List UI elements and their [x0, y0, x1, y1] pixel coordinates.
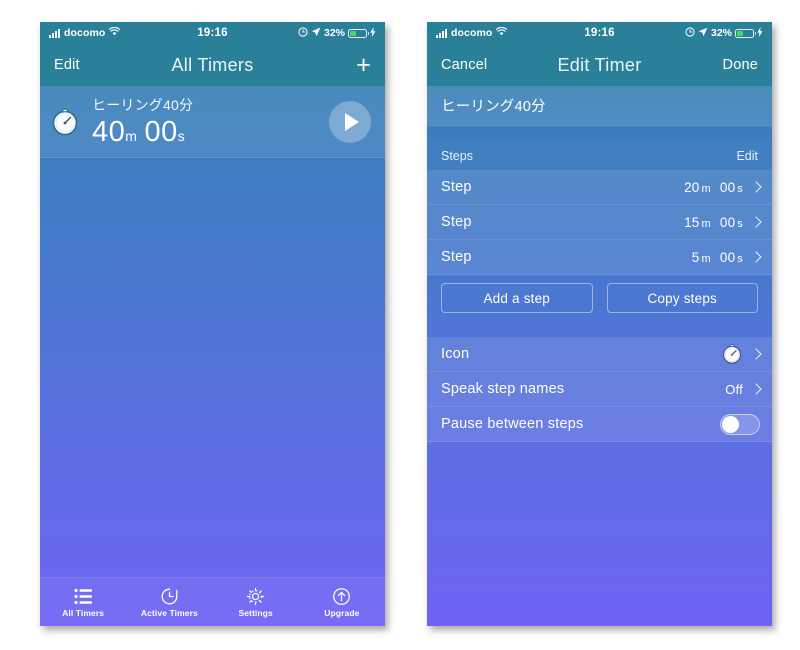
up-arrow-circle-icon [332, 586, 351, 606]
step-minutes-unit: m [701, 217, 711, 230]
step-row[interactable]: Step 20 m 00 s [427, 170, 772, 205]
status-bar-right: 32% [685, 26, 763, 40]
timer-duration-label: 40m 00s [92, 117, 329, 147]
phone-screen-all-timers: docomo 19:16 32% Edit All Timers + ヒーリング… [40, 22, 385, 626]
step-seconds-unit: s [737, 252, 743, 265]
clock-arrow-icon [160, 586, 179, 606]
copy-steps-button[interactable]: Copy steps [606, 283, 758, 313]
step-seconds-unit: s [737, 182, 743, 195]
timer-minutes-unit: m [125, 128, 138, 145]
alarm-clock-icon [298, 26, 308, 40]
steps-action-buttons: Add a step Copy steps [427, 275, 772, 321]
pause-between-steps-label: Pause between steps [441, 416, 584, 432]
tab-upgrade[interactable]: Upgrade [299, 586, 385, 618]
stopwatch-dial-icon [50, 107, 80, 137]
location-arrow-icon [698, 27, 708, 40]
tab-label: Settings [238, 608, 273, 618]
step-row[interactable]: Step 5 m 00 s [427, 240, 772, 275]
cancel-button[interactable]: Cancel [441, 57, 487, 73]
edit-button[interactable]: Edit [54, 57, 80, 73]
status-bar: docomo 19:16 32% [40, 22, 385, 44]
chevron-right-icon [750, 251, 762, 263]
battery-percent-label: 32% [710, 27, 732, 39]
timer-name-label: ヒーリング40分 [92, 97, 194, 114]
step-minutes-value: 15 [684, 214, 700, 230]
tab-label: Active Timers [140, 608, 198, 618]
speak-step-names-row[interactable]: Speak step names Off [427, 372, 772, 407]
nav-bar-edit-timer: Cancel Edit Timer Done [427, 44, 772, 86]
location-arrow-icon [311, 27, 321, 40]
steps-edit-button[interactable]: Edit [736, 149, 758, 163]
done-button[interactable]: Done [723, 57, 758, 73]
icon-row[interactable]: Icon [427, 337, 772, 372]
steps-header-label: Steps [441, 149, 473, 163]
tab-all-timers[interactable]: All Timers [40, 586, 126, 618]
nav-bar-all-timers: Edit All Timers + [40, 44, 385, 86]
tab-label: Upgrade [324, 608, 360, 618]
speak-step-names-label: Speak step names [441, 381, 565, 397]
tab-bar: All Timers Active Timers Settings Upgrad… [40, 577, 385, 626]
chevron-right-icon [750, 383, 762, 395]
steps-section-header: Steps Edit [427, 142, 772, 170]
step-row[interactable]: Step 15 m 00 s [427, 205, 772, 240]
speak-step-names-value: Off [725, 381, 743, 397]
battery-icon [735, 28, 756, 38]
step-label: Step [441, 179, 472, 195]
timer-seconds-unit: s [177, 128, 186, 145]
step-minutes-value: 5 [691, 249, 700, 265]
tab-settings[interactable]: Settings [213, 586, 299, 618]
step-duration: 5 m 00 s [692, 250, 743, 265]
add-timer-button[interactable]: + [356, 52, 371, 78]
list-icon [74, 586, 93, 606]
step-seconds-value: 00 [719, 214, 736, 230]
lightning-bolt-icon [370, 26, 376, 40]
status-bar-right: 32% [298, 26, 376, 40]
step-minutes-unit: m [701, 182, 711, 195]
tab-active-timers[interactable]: Active Timers [126, 586, 212, 618]
screenshot-stage: docomo 19:16 32% Edit All Timers + ヒーリング… [0, 0, 800, 650]
step-label: Step [441, 214, 472, 230]
pause-between-steps-toggle[interactable] [720, 413, 760, 435]
timer-minutes-value: 40 [92, 116, 126, 149]
page-title: All Timers [171, 54, 254, 75]
chevron-right-icon [750, 216, 762, 228]
step-duration: 15 m 00 s [684, 215, 743, 230]
toggle-knob [722, 415, 739, 433]
step-label: Step [441, 249, 472, 265]
step-seconds-value: 00 [719, 179, 736, 195]
battery-percent-label: 32% [323, 27, 345, 39]
timer-card-text: ヒーリング40分 40m 00s [92, 95, 329, 147]
gear-icon [246, 586, 265, 606]
step-minutes-unit: m [701, 252, 711, 265]
timer-seconds-value: 00 [144, 116, 178, 149]
alarm-clock-icon [685, 26, 695, 40]
stopwatch-dial-icon [721, 343, 743, 365]
tab-label: All Timers [62, 608, 105, 618]
pause-between-steps-row[interactable]: Pause between steps [427, 407, 772, 442]
phone-screen-edit-timer: docomo 19:16 32% Cancel Edit Timer Done … [427, 22, 772, 626]
chevron-right-icon [750, 348, 762, 360]
icon-row-label: Icon [441, 346, 470, 362]
timer-name-input[interactable]: ヒーリング40分 [427, 86, 772, 126]
step-minutes-value: 20 [684, 179, 700, 195]
chevron-right-icon [750, 181, 762, 193]
status-bar: docomo 19:16 32% [427, 22, 772, 44]
lightning-bolt-icon [757, 26, 763, 40]
play-icon [345, 112, 359, 131]
timer-list-item[interactable]: ヒーリング40分 40m 00s [40, 86, 385, 158]
play-button[interactable] [329, 100, 371, 143]
add-step-button[interactable]: Add a step [441, 283, 593, 313]
battery-icon [348, 28, 369, 38]
step-seconds-value: 00 [719, 249, 736, 265]
step-seconds-unit: s [737, 217, 743, 230]
step-duration: 20 m 00 s [684, 180, 743, 195]
